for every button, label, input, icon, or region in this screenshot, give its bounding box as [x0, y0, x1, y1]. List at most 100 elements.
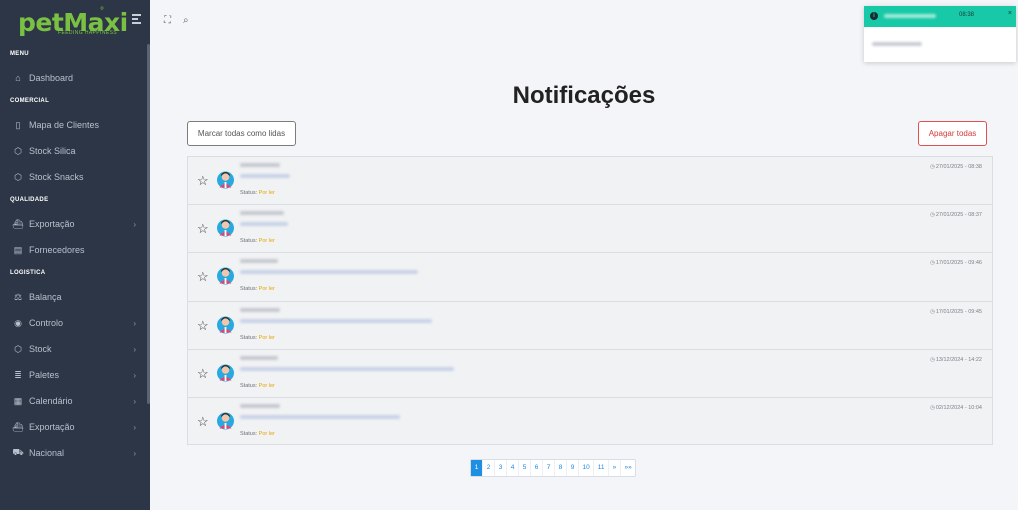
notification-row[interactable]: ☆ Status: Por ler ◷17/01/2025 - 09:45 [188, 302, 992, 350]
box-icon: ⬡ [14, 171, 22, 182]
status-label: Status: [240, 190, 258, 196]
star-icon[interactable]: ☆ [197, 222, 209, 235]
status-value: Por ler [258, 382, 275, 389]
delete-all-button[interactable]: Apagar todas [918, 121, 987, 146]
sidebar-item-nacional[interactable]: ⛟ Nacional › [0, 440, 150, 466]
pagination-page-3[interactable]: 3 [495, 460, 507, 476]
info-icon: i [870, 12, 878, 20]
status-text: Status: Por ler [240, 335, 275, 341]
status-label: Status: [240, 238, 258, 245]
status-text: Status: Por ler [240, 238, 275, 244]
message-redacted [240, 174, 290, 178]
section-qualidade: QUALIDADE [10, 197, 49, 203]
avatar [217, 412, 234, 430]
sidebar-item-mapa-de-clientes[interactable]: ▯ Mapa de Clientes [0, 112, 150, 138]
star-icon[interactable]: ☆ [197, 415, 209, 428]
pagination-page-9[interactable]: 9 [567, 460, 579, 476]
notification-list: ☆ Status: Por ler ◷27/01/2025 - 08:38 ☆ … [187, 156, 993, 445]
pagination-page-6[interactable]: 6 [531, 460, 543, 476]
pagination-page-1[interactable]: 1 [471, 460, 483, 476]
pagination-page-11[interactable]: 11 [594, 460, 609, 476]
fullscreen-icon[interactable]: ⛶ [164, 15, 171, 26]
time-value: 17/01/2025 - 09:45 [935, 308, 982, 315]
star-icon[interactable]: ☆ [197, 367, 209, 380]
message-redacted [240, 318, 432, 323]
sidebar-item-label: Balança [29, 292, 62, 302]
status-value: Por ler [258, 190, 275, 196]
pagination-page-8[interactable]: 8 [555, 460, 567, 476]
notification-time: ◷13/12/2024 - 14:22 [930, 357, 982, 363]
notification-row[interactable]: ☆ Status: Por ler ◷02/12/2024 - 10:04 [188, 398, 992, 446]
sidebar-item-calendario[interactable]: ▦ Calendário › [0, 388, 150, 414]
chevron-right-icon: › [133, 318, 136, 328]
sidebar-item-label: Mapa de Clientes [29, 120, 100, 130]
star-icon[interactable]: ☆ [197, 270, 209, 283]
pagination-page-5[interactable]: 5 [519, 460, 531, 476]
notification-row[interactable]: ☆ Status: Por ler ◷17/01/2025 - 09:46 [188, 253, 992, 302]
mark-all-read-button[interactable]: Marcar todas como lidas [187, 121, 296, 146]
box-icon: ⬡ [14, 145, 22, 156]
home-icon: ⌂ [15, 73, 21, 83]
sidebar-item-fornecedores[interactable]: ▤ Fornecedores [0, 237, 150, 263]
sender-name-redacted [240, 307, 280, 312]
time-value: 17/01/2025 - 09:46 [935, 260, 982, 267]
status-value: Por ler [258, 334, 275, 341]
pagination-page-4[interactable]: 4 [507, 460, 519, 476]
time-value: 13/12/2024 - 14:22 [935, 356, 982, 363]
avatar [217, 364, 234, 382]
supplier-icon: ▤ [13, 244, 23, 255]
search-icon[interactable]: ⌕ [183, 15, 189, 26]
sidebar-item-stock-silica[interactable]: ⬡ Stock Silica [0, 138, 150, 164]
notification-time: ◷27/01/2025 - 08:37 [930, 212, 982, 218]
chevron-right-icon: › [133, 422, 136, 432]
logo-bar: petMaxi ° FEEDING HAPPINESS [0, 0, 150, 44]
sidebar-item-paletes[interactable]: ≣ Paletes › [0, 362, 150, 388]
pagination-page-2[interactable]: 2 [483, 460, 495, 476]
chevron-right-icon: › [133, 344, 136, 354]
pagination-page-7[interactable]: 7 [543, 460, 555, 476]
pagination-page-10[interactable]: 10 [579, 460, 595, 476]
sidebar-item-balanca[interactable]: ⚖ Balança [0, 284, 150, 310]
message-redacted [240, 414, 400, 419]
sidebar-item-stock-snacks[interactable]: ⬡ Stock Snacks [0, 164, 150, 190]
notification-time: ◷02/12/2024 - 10:04 [930, 405, 982, 411]
section-menu: MENU [10, 51, 29, 57]
sidebar-item-label: Fornecedores [29, 245, 85, 255]
clock-icon: ◷ [930, 260, 935, 267]
message-redacted [240, 366, 454, 371]
toast-title-redacted [884, 14, 936, 18]
sidebar-item-label: Stock Silica [29, 146, 76, 156]
sidebar-item-exportacao-logistica[interactable]: ⛴ Exportação › [0, 414, 150, 440]
menu-toggle-icon[interactable] [132, 14, 141, 26]
section-comercial: COMERCIAL [10, 98, 50, 104]
sidebar-item-exportacao-qualidade[interactable]: ⛴ Exportação › [0, 211, 150, 237]
box-icon: ⬡ [14, 343, 22, 354]
status-value: Por ler [258, 430, 275, 437]
avatar [217, 267, 234, 285]
notification-row[interactable]: ☆ Status: Por ler ◷13/12/2024 - 14:22 [188, 350, 992, 398]
star-icon[interactable]: ☆ [197, 319, 209, 332]
sidebar-item-controlo[interactable]: ◉ Controlo › [0, 310, 150, 336]
time-value: 27/01/2025 - 08:38 [935, 164, 982, 170]
notification-row[interactable]: ☆ Status: Por ler ◷27/01/2025 - 08:38 [188, 157, 992, 206]
status-label: Status: [240, 382, 258, 389]
sidebar-item-dashboard[interactable]: ⌂ Dashboard [0, 65, 150, 91]
notification-row[interactable]: ☆ Status: Por ler ◷27/01/2025 - 08:37 [188, 205, 992, 254]
sidebar-item-label: Nacional [29, 448, 65, 458]
last-page-button[interactable]: »» [621, 460, 635, 476]
sender-name-redacted [240, 211, 284, 216]
sidebar-item-stock[interactable]: ⬡ Stock › [0, 336, 150, 362]
toast-notification[interactable]: i 08:38 × [864, 6, 1016, 62]
calendar-icon: ▦ [13, 395, 23, 406]
time-value: 02/12/2024 - 10:04 [935, 404, 982, 411]
close-icon[interactable]: × [1008, 10, 1012, 17]
star-icon[interactable]: ☆ [197, 174, 209, 187]
status-text: Status: Por ler [240, 286, 275, 292]
map-icon: ▯ [15, 119, 21, 130]
sender-name-redacted [240, 163, 280, 167]
clock-icon: ◷ [930, 308, 935, 315]
next-page-button[interactable]: » [609, 460, 621, 476]
avatar [217, 219, 234, 237]
pallet-icon: ≣ [14, 369, 22, 380]
status-value: Por ler [258, 286, 275, 293]
